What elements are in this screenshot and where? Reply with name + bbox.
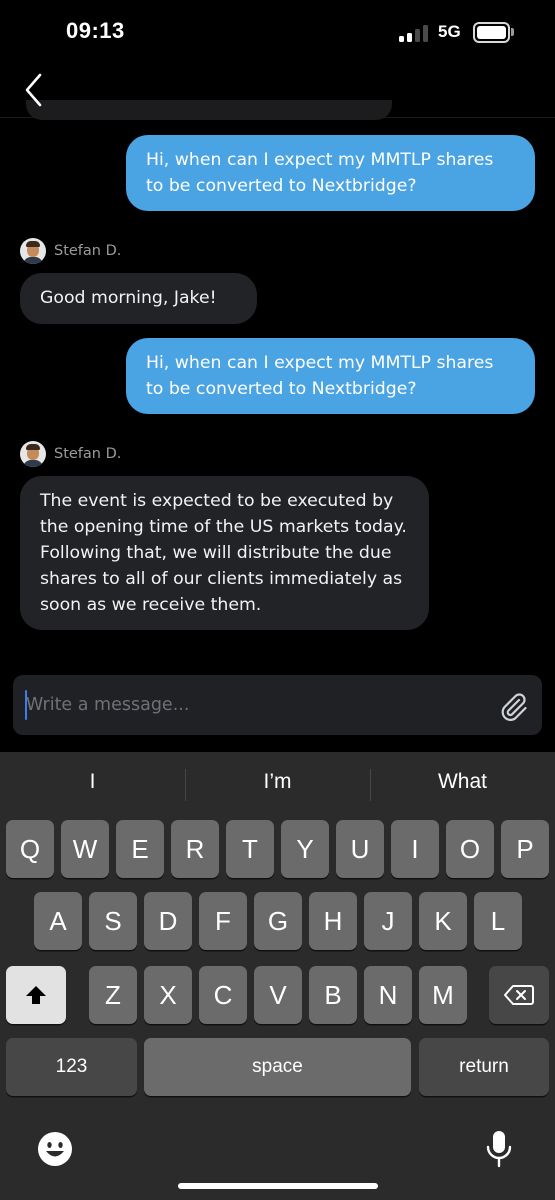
return-key[interactable]: return xyxy=(419,1038,549,1096)
key-m[interactable]: M xyxy=(419,966,467,1024)
message-composer xyxy=(13,675,542,735)
message-incoming: Good morning, Jake! xyxy=(20,273,257,324)
battery-icon xyxy=(473,22,510,43)
key-g[interactable]: G xyxy=(254,892,302,950)
signal-strength-icon xyxy=(399,25,429,42)
message-outgoing: Hi, when can I expect my MMTLP shares to… xyxy=(126,338,535,414)
key-t[interactable]: T xyxy=(226,820,274,878)
key-d[interactable]: D xyxy=(144,892,192,950)
paperclip-icon xyxy=(501,693,527,721)
key-x[interactable]: X xyxy=(144,966,192,1024)
microphone-icon xyxy=(486,1131,512,1168)
numbers-key[interactable]: 123 xyxy=(6,1038,137,1096)
key-k[interactable]: K xyxy=(419,892,467,950)
space-key[interactable]: space xyxy=(144,1038,411,1096)
network-type: 5G xyxy=(438,22,461,41)
emoji-button[interactable] xyxy=(37,1131,73,1167)
home-indicator[interactable] xyxy=(178,1183,378,1189)
suggestion-item[interactable]: What xyxy=(370,770,555,802)
key-v[interactable]: V xyxy=(254,966,302,1024)
message-outgoing: Hi, when can I expect my MMTLP shares to… xyxy=(126,135,535,211)
key-w[interactable]: W xyxy=(61,820,109,878)
key-z[interactable]: Z xyxy=(89,966,137,1024)
message-sender: Stefan D. xyxy=(20,441,121,467)
suggestion-item[interactable]: I xyxy=(0,770,185,802)
key-c[interactable]: C xyxy=(199,966,247,1024)
status-time: 09:13 xyxy=(66,18,125,43)
key-a[interactable]: A xyxy=(34,892,82,950)
shift-icon xyxy=(26,986,46,1004)
key-r[interactable]: R xyxy=(171,820,219,878)
attach-button[interactable] xyxy=(497,690,529,722)
message-incoming: The event is expected to be executed by … xyxy=(20,476,429,630)
shift-key[interactable] xyxy=(6,966,66,1024)
key-o[interactable]: O xyxy=(446,820,494,878)
key-b[interactable]: B xyxy=(309,966,357,1024)
delete-key[interactable] xyxy=(489,966,549,1024)
key-f[interactable]: F xyxy=(199,892,247,950)
key-j[interactable]: J xyxy=(364,892,412,950)
dictation-button[interactable] xyxy=(484,1129,514,1169)
key-l[interactable]: L xyxy=(474,892,522,950)
key-p[interactable]: P xyxy=(501,820,549,878)
status-bar: 09:13 5G xyxy=(0,0,555,66)
avatar xyxy=(20,238,46,264)
suggestion-bar: I I’m What xyxy=(0,752,555,816)
message-sender: Stefan D. xyxy=(20,238,121,264)
key-i[interactable]: I xyxy=(391,820,439,878)
battery-nub xyxy=(511,28,514,36)
delete-icon xyxy=(504,985,534,1005)
sender-name: Stefan D. xyxy=(54,446,122,462)
emoji-icon xyxy=(38,1132,72,1166)
key-n[interactable]: N xyxy=(364,966,412,1024)
back-button[interactable] xyxy=(18,70,52,110)
key-e[interactable]: E xyxy=(116,820,164,878)
key-y[interactable]: Y xyxy=(281,820,329,878)
header-divider xyxy=(0,117,555,118)
keyboard: I I’m What Q W E R T Y U I O P A S D F G… xyxy=(0,752,555,1200)
key-q[interactable]: Q xyxy=(6,820,54,878)
key-u[interactable]: U xyxy=(336,820,384,878)
key-h[interactable]: H xyxy=(309,892,357,950)
message-input[interactable] xyxy=(26,689,466,721)
back-chevron-icon xyxy=(25,73,42,107)
avatar xyxy=(20,441,46,467)
text-caret xyxy=(25,690,27,720)
suggestion-item[interactable]: I’m xyxy=(185,770,370,802)
key-s[interactable]: S xyxy=(89,892,137,950)
sender-name: Stefan D. xyxy=(54,243,122,259)
